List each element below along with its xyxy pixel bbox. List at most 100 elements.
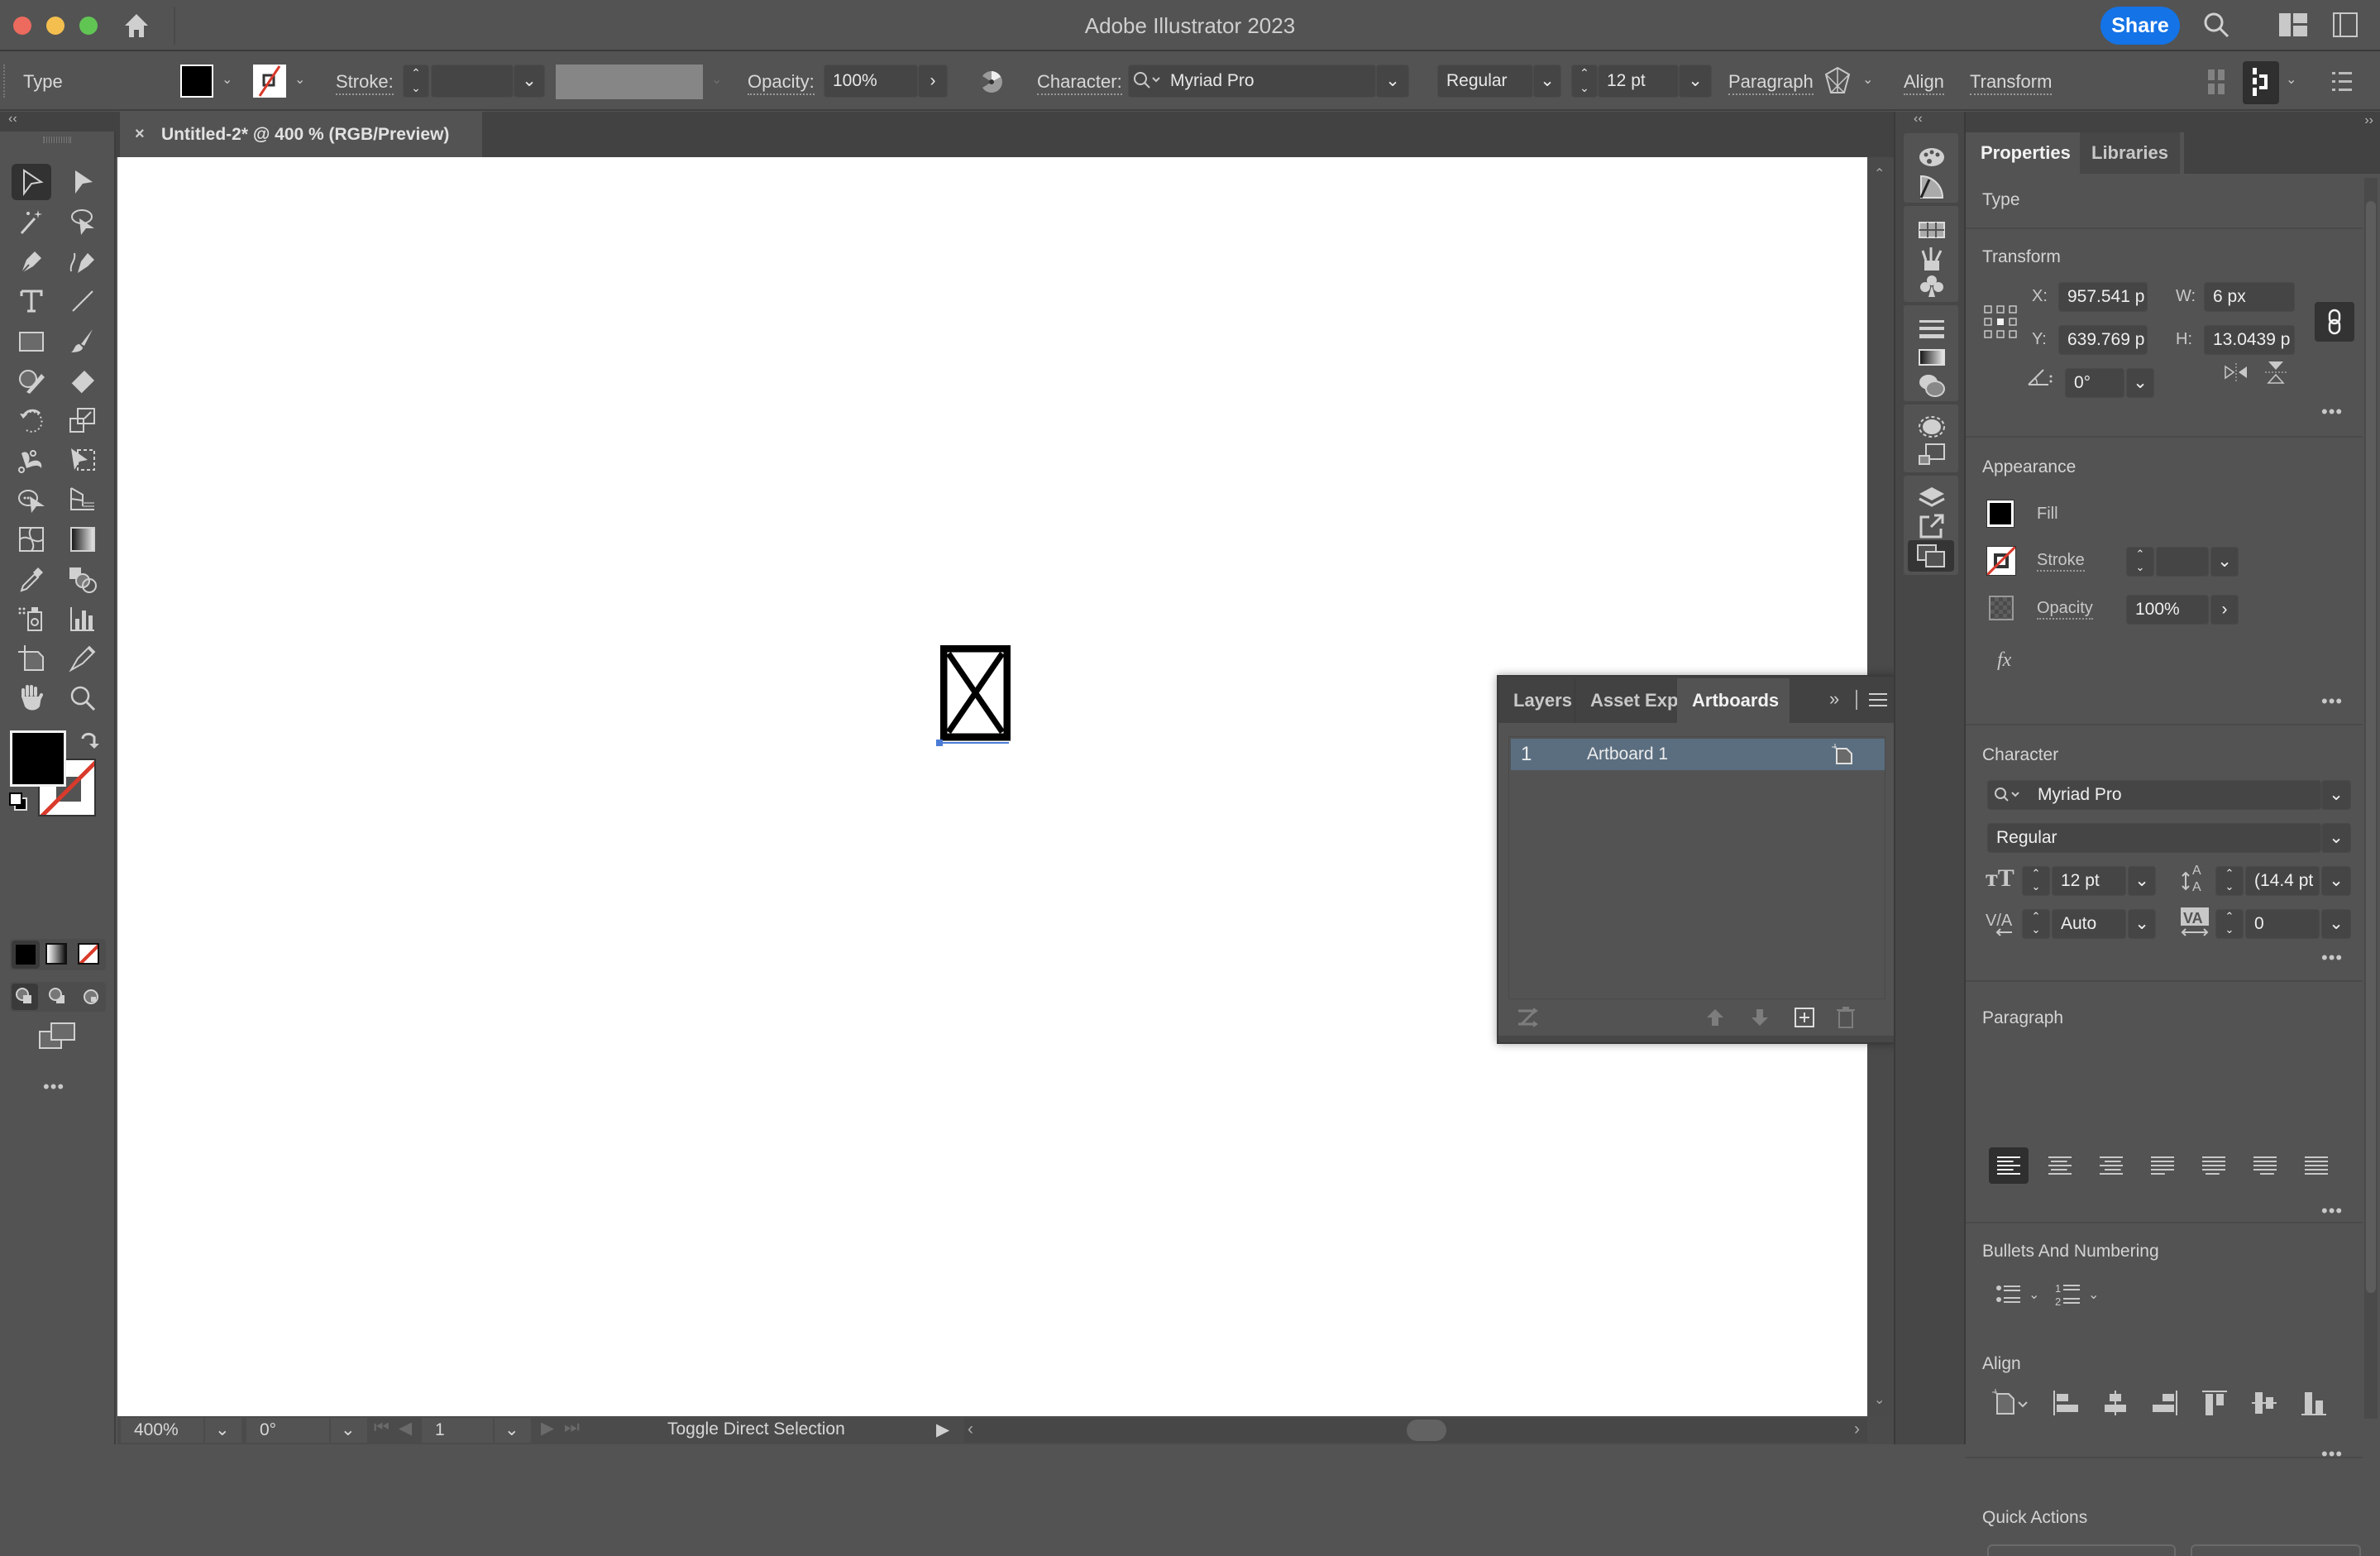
search-icon[interactable] — [2201, 10, 2231, 44]
variable-width-profile[interactable] — [556, 65, 703, 99]
opacity-input[interactable]: 100% — [824, 65, 918, 98]
chevron-down-icon[interactable]: ⌄ — [222, 71, 232, 88]
align-vertical-center-icon[interactable] — [2250, 1389, 2278, 1421]
expand-panel-icon[interactable]: » — [1829, 688, 1839, 710]
leading-input[interactable]: (14.4 pt — [2245, 866, 2320, 896]
chevron-down-icon[interactable]: ⌄ — [294, 71, 305, 88]
justify-right-button[interactable] — [2245, 1147, 2285, 1184]
rotation-input[interactable]: 0° — [246, 1418, 329, 1443]
align-left-button[interactable] — [1989, 1147, 2029, 1184]
font-size-dropdown[interactable]: ⌄ — [1679, 65, 1712, 98]
zoom-tool[interactable] — [63, 680, 103, 716]
align-horizontal-center-icon[interactable] — [2101, 1389, 2129, 1421]
recolor-artwork-icon[interactable] — [979, 69, 1004, 98]
artboards-panel-button[interactable] — [1908, 540, 1954, 572]
more-transform-options[interactable]: ••• — [2321, 401, 2343, 423]
free-transform-tool[interactable] — [63, 442, 103, 478]
gradient-tool[interactable] — [63, 521, 103, 558]
panel-menu-icon[interactable] — [2332, 69, 2354, 98]
kerning-dropdown[interactable]: ⌄ — [2128, 909, 2156, 939]
lasso-tool[interactable] — [63, 203, 103, 240]
font-style-dropdown[interactable]: ⌄ — [1533, 65, 1561, 98]
scrollbar-thumb[interactable] — [1407, 1420, 1446, 1441]
draw-normal-button[interactable] — [12, 984, 38, 1010]
document-tab[interactable]: × Untitled-2* @ 400 % (RGB/Preview) — [120, 112, 482, 157]
tab-asset-export[interactable]: Asset Expo — [1575, 678, 1677, 723]
stroke-label[interactable]: Stroke — [2037, 551, 2085, 572]
arrange-documents-icon[interactable] — [2332, 12, 2358, 42]
blend-tool[interactable] — [63, 561, 103, 597]
font-size-dropdown[interactable]: ⌄ — [2128, 866, 2156, 896]
color-guide-panel-icon[interactable] — [1918, 173, 1946, 201]
artboard-number-input[interactable]: 1 — [422, 1418, 493, 1443]
brushes-panel-icon[interactable] — [1918, 244, 1946, 272]
gradient-panel-icon[interactable] — [1918, 343, 1946, 371]
transform-label[interactable]: Transform — [1970, 71, 2053, 95]
asset-export-panel-icon[interactable] — [1918, 512, 1946, 540]
draw-behind-button[interactable] — [45, 984, 71, 1010]
effects-button[interactable]: fx — [1997, 649, 2011, 672]
tab-properties[interactable]: Properties — [1969, 132, 2082, 174]
flip-horizontal-icon[interactable] — [2224, 360, 2249, 389]
width-input[interactable]: 6 px — [2204, 282, 2295, 312]
type-tool[interactable] — [12, 283, 51, 319]
artboard-row[interactable]: 1 Artboard 1 — [1511, 739, 1885, 770]
first-artboard-button[interactable]: ⏮ — [374, 1418, 389, 1438]
tab-layers[interactable]: Layers — [1498, 678, 1575, 723]
opacity-slider-button[interactable]: › — [918, 65, 948, 98]
chevron-down-icon[interactable]: ⌄ — [2029, 1286, 2039, 1303]
properties-scrollbar[interactable] — [2364, 178, 2378, 1419]
more-appearance-options[interactable]: ••• — [2321, 691, 2343, 712]
align-right-objects-icon[interactable] — [2151, 1389, 2179, 1421]
grip-handle[interactable] — [3, 65, 6, 98]
eyedropper-tool[interactable] — [12, 561, 51, 597]
constrain-proportions-button[interactable] — [2315, 302, 2354, 342]
fill-swatch[interactable] — [180, 65, 213, 98]
new-artboard-icon[interactable] — [1795, 1008, 1814, 1032]
last-artboard-button[interactable]: ⏭ — [564, 1418, 580, 1438]
rotation-dropdown[interactable]: ⌄ — [331, 1418, 367, 1443]
font-style-dropdown[interactable]: ⌄ — [2321, 823, 2351, 853]
rectangle-tool[interactable] — [12, 323, 51, 359]
more-paragraph-options[interactable]: ••• — [2321, 1200, 2343, 1222]
scroll-right-icon[interactable]: › — [1854, 1420, 1860, 1439]
stroke-weight-input[interactable] — [2156, 547, 2209, 577]
color-button[interactable] — [12, 941, 40, 969]
shape-builder-tool[interactable] — [12, 481, 51, 518]
direct-selection-tool[interactable] — [63, 164, 103, 200]
perspective-grid-tool[interactable] — [63, 481, 103, 518]
tracking-stepper[interactable]: ⌃ ⌄ — [2215, 909, 2244, 939]
tracking-dropdown[interactable]: ⌄ — [2321, 909, 2351, 939]
column-graph-tool[interactable] — [63, 601, 103, 637]
scroll-up-icon[interactable]: ⌃ — [1874, 165, 1885, 182]
envelope-warp-icon[interactable] — [1824, 66, 1851, 100]
stroke-weight-input[interactable] — [431, 65, 514, 98]
font-style-input[interactable]: Regular — [1987, 823, 2321, 853]
leading-dropdown[interactable]: ⌄ — [2321, 866, 2351, 896]
justify-left-button[interactable] — [2143, 1147, 2182, 1184]
swatches-panel-icon[interactable] — [1918, 216, 1946, 244]
mesh-tool[interactable] — [12, 521, 51, 558]
chevron-down-icon[interactable]: ⌄ — [1862, 71, 1873, 88]
collapse-dock-button[interactable]: ‹‹ — [1895, 112, 1966, 130]
align-center-button[interactable] — [2040, 1147, 2080, 1184]
align-bottom-objects-icon[interactable] — [2300, 1389, 2328, 1421]
artboard-dropdown[interactable]: ⌄ — [495, 1418, 531, 1443]
close-tab-icon[interactable]: × — [135, 112, 145, 157]
share-button[interactable]: Share — [2100, 7, 2180, 45]
missing-glyph-box[interactable] — [939, 644, 1011, 741]
tracking-input[interactable]: 0 — [2245, 909, 2320, 939]
workspace-switcher-icon[interactable] — [2279, 13, 2307, 41]
stroke-weight-stepper[interactable]: ⌃ ⌄ — [403, 65, 429, 98]
horizontal-scrollbar[interactable]: ‹ › — [964, 1418, 1867, 1443]
font-size-stepper[interactable]: ⌃ ⌄ — [2022, 866, 2050, 896]
collapse-toolbar-button[interactable]: ‹‹ — [0, 112, 116, 132]
more-character-options[interactable]: ••• — [2321, 947, 2343, 969]
panel-resize-handle[interactable] — [1498, 1036, 1894, 1042]
symbol-sprayer-tool[interactable] — [12, 601, 51, 637]
justify-all-button[interactable] — [2296, 1147, 2336, 1184]
kerning-input[interactable]: Auto — [2052, 909, 2126, 939]
flip-vertical-icon[interactable] — [2263, 360, 2288, 389]
symbols-panel-icon[interactable] — [1918, 272, 1946, 300]
selection-tool[interactable] — [12, 164, 51, 200]
